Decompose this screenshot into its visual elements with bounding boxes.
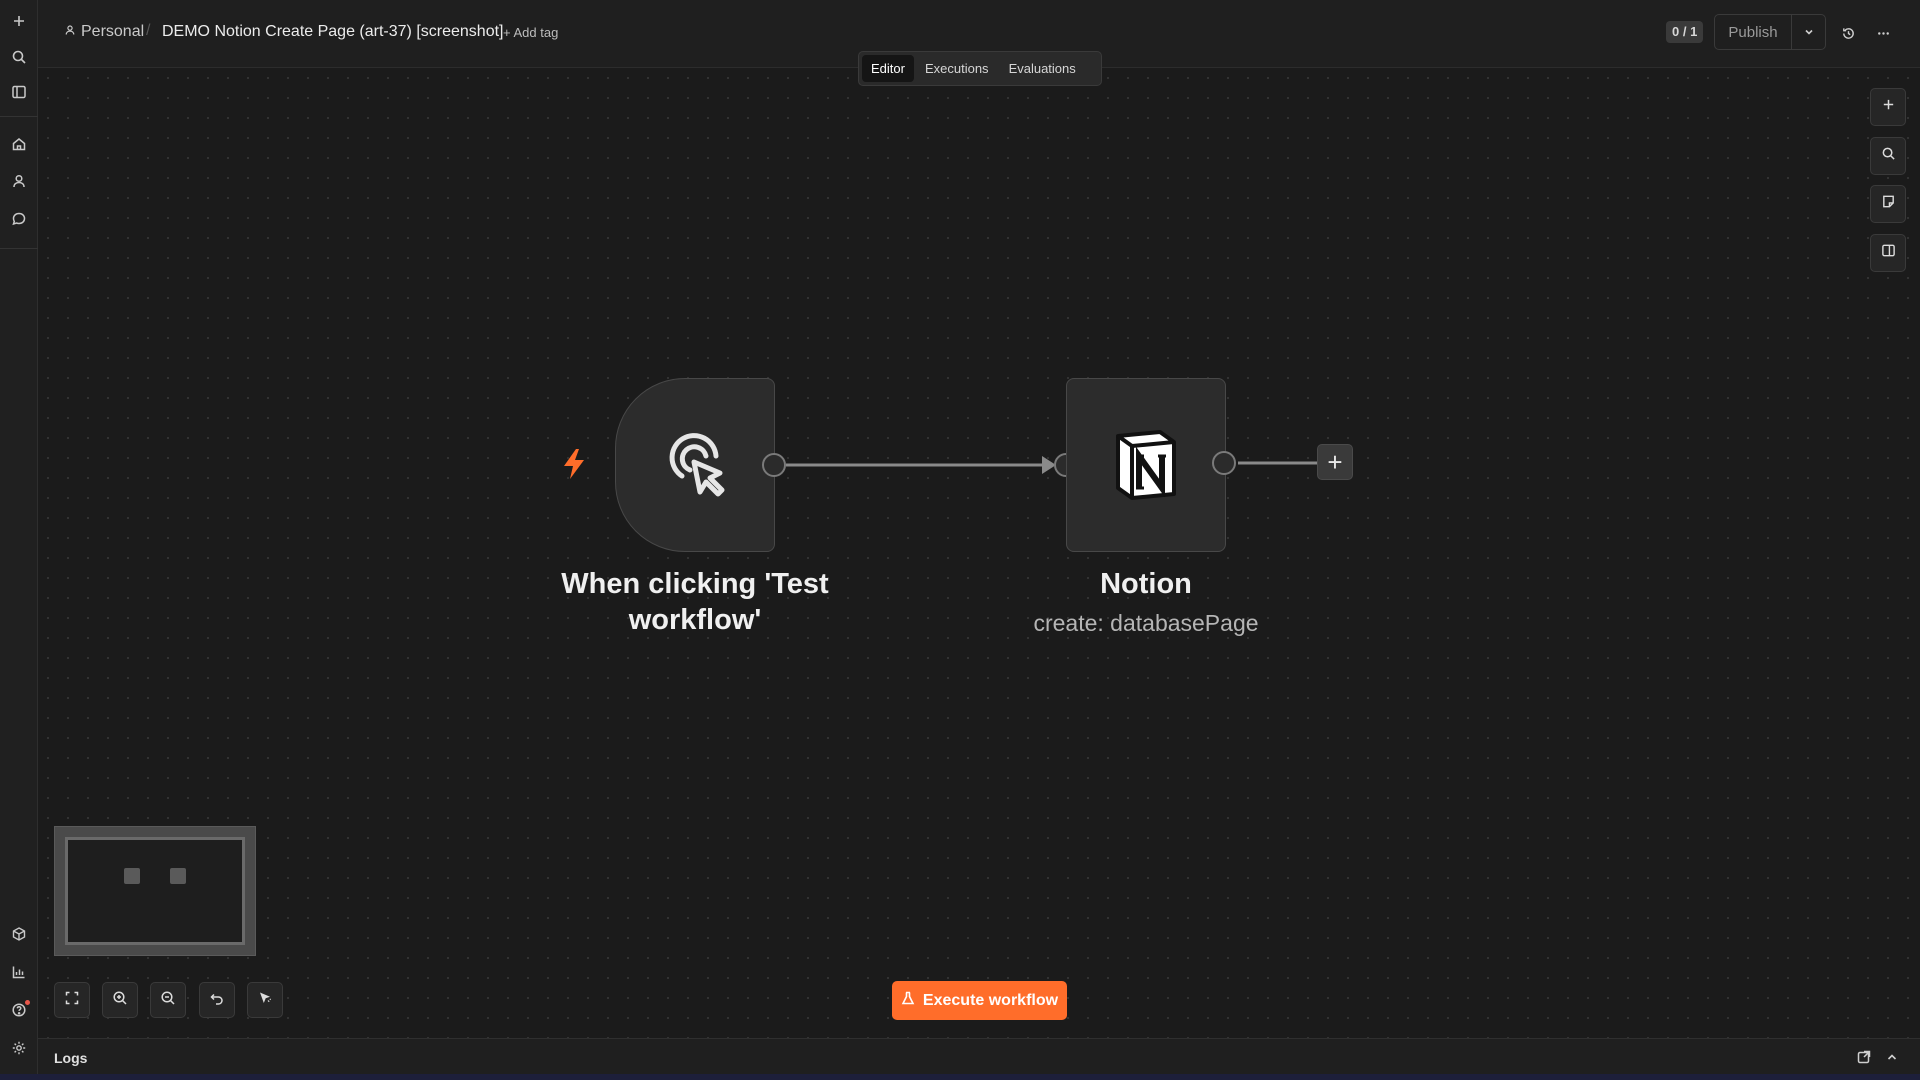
notion-output-handle[interactable] <box>1212 451 1236 475</box>
search-nodes-button[interactable] <box>1870 137 1906 175</box>
chevron-down-icon[interactable] <box>1791 15 1825 49</box>
cursor-click-icon <box>660 428 730 502</box>
tab-editor[interactable]: Editor <box>862 55 914 82</box>
reset-zoom-icon <box>209 990 225 1011</box>
search-icon <box>1881 146 1896 166</box>
logs-panel-bar[interactable]: Logs <box>38 1038 1920 1074</box>
plus-icon: + <box>1327 447 1343 477</box>
notion-node[interactable] <box>1066 378 1226 552</box>
bottom-edge-strip <box>0 1074 1920 1080</box>
pop-out-icon[interactable] <box>1856 1049 1872 1065</box>
trigger-node-label: When clicking 'Test workflow' <box>561 568 829 636</box>
flask-icon <box>901 991 915 1010</box>
notification-dot <box>25 1000 30 1005</box>
toggle-side-panel-button[interactable] <box>1870 234 1906 272</box>
plus-icon[interactable] <box>6 8 32 34</box>
notion-logo-icon <box>1112 428 1180 502</box>
templates-icon[interactable] <box>6 921 32 947</box>
sticky-note-icon <box>1881 194 1896 214</box>
execute-workflow-label: Execute workflow <box>922 991 1059 1009</box>
fit-view-icon <box>64 990 80 1011</box>
side-panel-icon <box>1881 243 1896 263</box>
add-tag-button[interactable]: + Add tag <box>503 25 558 40</box>
plus-icon <box>1881 97 1896 117</box>
notion-node-label: Notion <box>1100 568 1192 600</box>
execute-workflow-button[interactable]: Execute workflow <box>892 981 1067 1020</box>
zoom-in-icon <box>112 990 128 1011</box>
tab-evaluations[interactable]: Evaluations <box>1000 55 1085 82</box>
canvas-minimap[interactable] <box>54 826 256 956</box>
user-icon <box>64 23 76 41</box>
trigger-node[interactable] <box>615 378 775 552</box>
breadcrumb-separator: / <box>146 22 151 39</box>
notion-node-subtitle: create: databasePage <box>1033 610 1259 636</box>
breadcrumb-personal-label: Personal <box>81 23 145 40</box>
workflow-canvas[interactable] <box>38 68 1920 1038</box>
more-options-icon[interactable] <box>1871 21 1895 45</box>
zoom-in-button[interactable] <box>102 982 138 1018</box>
trigger-bolt-icon <box>564 449 584 479</box>
home-icon[interactable] <box>6 131 32 157</box>
add-next-node-button[interactable]: + <box>1317 444 1353 480</box>
add-node-button[interactable] <box>1870 88 1906 126</box>
insights-icon[interactable] <box>6 959 32 985</box>
chat-icon[interactable] <box>6 206 32 232</box>
logs-label: Logs <box>54 1050 88 1066</box>
reset-zoom-button[interactable] <box>199 982 235 1018</box>
help-icon[interactable] <box>6 997 32 1023</box>
trigger-output-handle[interactable] <box>762 453 786 477</box>
history-icon[interactable] <box>1836 21 1860 45</box>
settings-icon[interactable] <box>6 1035 32 1061</box>
left-sidebar <box>0 0 38 1080</box>
minimap-node <box>124 868 140 884</box>
zoom-out-button[interactable] <box>150 982 186 1018</box>
publish-button-group: Publish <box>1714 14 1826 50</box>
minimap-viewport <box>65 837 245 945</box>
tidy-up-button[interactable] <box>247 982 283 1018</box>
minimap-node <box>170 868 186 884</box>
breadcrumb-personal[interactable]: Personal <box>64 23 144 41</box>
chevron-up-icon[interactable] <box>1884 1049 1900 1065</box>
tidy-up-icon <box>257 990 273 1011</box>
view-tabs: Editor Executions Evaluations <box>858 51 1102 86</box>
fit-view-button[interactable] <box>54 982 90 1018</box>
workflow-title[interactable]: DEMO Notion Create Page (art-37) [screen… <box>162 23 503 41</box>
zoom-out-icon <box>160 990 176 1011</box>
publish-button[interactable]: Publish <box>1715 15 1791 49</box>
version-counter-badge: 0 / 1 <box>1666 21 1704 43</box>
panel-icon[interactable] <box>6 79 32 105</box>
search-icon[interactable] <box>6 44 32 70</box>
tab-executions[interactable]: Executions <box>916 55 998 82</box>
user-icon[interactable] <box>6 168 32 194</box>
add-sticky-note-button[interactable] <box>1870 185 1906 223</box>
